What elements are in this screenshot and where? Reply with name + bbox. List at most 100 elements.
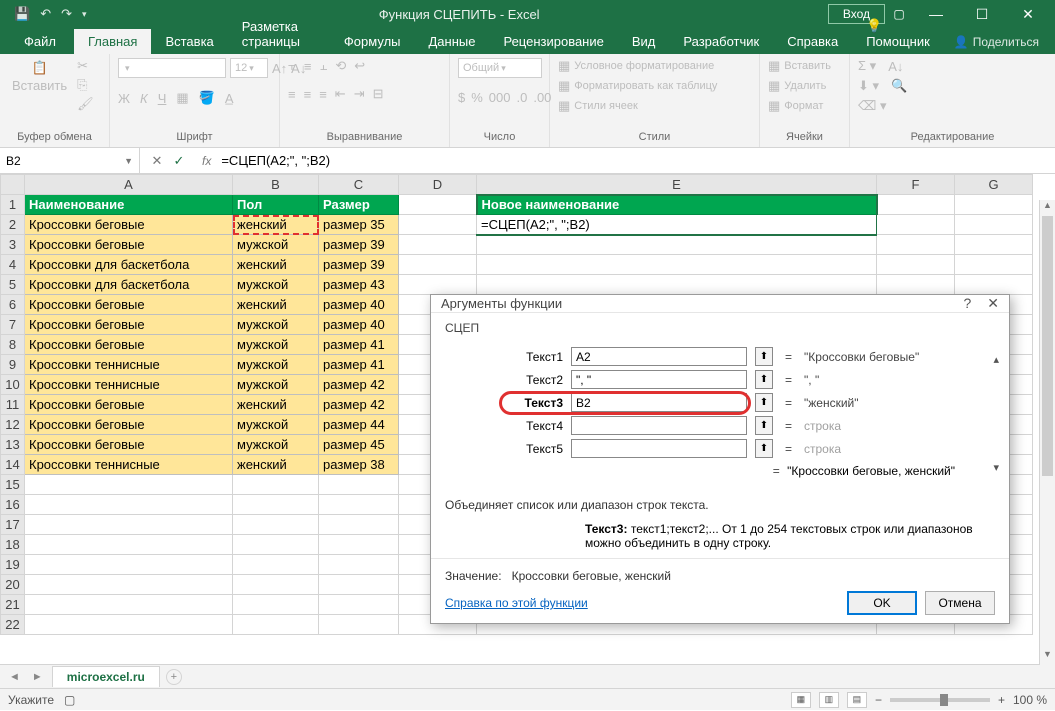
- col-header-F[interactable]: F: [877, 175, 955, 195]
- cell-B10[interactable]: мужской: [233, 375, 319, 395]
- arg-input-3[interactable]: [571, 416, 747, 435]
- cell-A6[interactable]: Кроссовки беговые: [25, 295, 233, 315]
- cell-F3[interactable]: [877, 235, 955, 255]
- macro-record-icon[interactable]: ▢: [64, 693, 75, 707]
- cell-F5[interactable]: [877, 275, 955, 295]
- row-header-6[interactable]: 6: [1, 295, 25, 315]
- cell-A10[interactable]: Кроссовки теннисные: [25, 375, 233, 395]
- autosum-icon[interactable]: Σ ▾: [858, 58, 876, 74]
- cell-A13[interactable]: Кроссовки беговые: [25, 435, 233, 455]
- cell-A1[interactable]: Наименование: [25, 195, 233, 215]
- enter-formula-icon[interactable]: ✓: [168, 153, 190, 169]
- cell-A16[interactable]: [25, 495, 233, 515]
- row-header-8[interactable]: 8: [1, 335, 25, 355]
- tab-help[interactable]: Справка: [773, 29, 852, 54]
- col-header-B[interactable]: B: [233, 175, 319, 195]
- cell-A20[interactable]: [25, 575, 233, 595]
- row-header-10[interactable]: 10: [1, 375, 25, 395]
- italic-button[interactable]: К: [140, 91, 148, 106]
- args-scroll-down-icon[interactable]: ▾: [993, 461, 999, 474]
- cell-D2[interactable]: [399, 215, 477, 235]
- cell-B2[interactable]: женский: [233, 215, 319, 235]
- row-header-7[interactable]: 7: [1, 315, 25, 335]
- align-middle-icon[interactable]: ≡: [304, 59, 312, 74]
- align-top-icon[interactable]: ⫟: [288, 58, 296, 74]
- cell-styles-button[interactable]: Стили ячеек: [574, 100, 637, 112]
- tab-developer[interactable]: Разработчик: [669, 29, 773, 54]
- tab-file[interactable]: Файл: [6, 29, 74, 54]
- save-icon[interactable]: 💾: [10, 6, 34, 22]
- cell-A9[interactable]: Кроссовки теннисные: [25, 355, 233, 375]
- cell-C7[interactable]: размер 40: [319, 315, 399, 335]
- row-header-1[interactable]: 1: [1, 195, 25, 215]
- cell-B15[interactable]: [233, 475, 319, 495]
- cell-C13[interactable]: размер 45: [319, 435, 399, 455]
- cell-C18[interactable]: [319, 535, 399, 555]
- find-icon[interactable]: 🔍: [891, 78, 907, 94]
- cell-B18[interactable]: [233, 535, 319, 555]
- zoom-out-icon[interactable]: −: [875, 693, 882, 707]
- percent-icon[interactable]: %: [471, 90, 483, 105]
- row-header-18[interactable]: 18: [1, 535, 25, 555]
- tab-view[interactable]: Вид: [618, 29, 670, 54]
- sheet-nav-next-icon[interactable]: ►: [29, 671, 46, 683]
- qat-more-icon[interactable]: ▾: [78, 9, 91, 20]
- cell-E5[interactable]: [477, 275, 877, 295]
- range-picker-icon-3[interactable]: ⬆: [755, 416, 773, 435]
- row-header-13[interactable]: 13: [1, 435, 25, 455]
- cancel-button[interactable]: Отмена: [925, 591, 995, 615]
- cell-B16[interactable]: [233, 495, 319, 515]
- tab-assistant[interactable]: 💡 Помощник: [852, 13, 944, 54]
- view-normal-icon[interactable]: ▦: [791, 692, 811, 708]
- cell-C9[interactable]: размер 41: [319, 355, 399, 375]
- cell-A4[interactable]: Кроссовки для баскетбола: [25, 255, 233, 275]
- cell-A12[interactable]: Кроссовки беговые: [25, 415, 233, 435]
- new-sheet-button[interactable]: +: [166, 669, 182, 685]
- vertical-scrollbar[interactable]: ▲ ▼: [1039, 200, 1055, 665]
- row-header-17[interactable]: 17: [1, 515, 25, 535]
- cell-B12[interactable]: мужской: [233, 415, 319, 435]
- name-box-input[interactable]: [6, 154, 118, 168]
- cell-C20[interactable]: [319, 575, 399, 595]
- thousands-icon[interactable]: 000: [489, 90, 511, 105]
- col-header-C[interactable]: C: [319, 175, 399, 195]
- cell-E2[interactable]: =СЦЕП(A2;", ";B2): [477, 215, 877, 235]
- cell-C21[interactable]: [319, 595, 399, 615]
- cell-G4[interactable]: [955, 255, 1033, 275]
- row-header-14[interactable]: 14: [1, 455, 25, 475]
- paste-button[interactable]: 📋 Вставить: [8, 58, 71, 95]
- cell-B11[interactable]: женский: [233, 395, 319, 415]
- cell-C15[interactable]: [319, 475, 399, 495]
- cell-B22[interactable]: [233, 615, 319, 635]
- cell-B9[interactable]: мужской: [233, 355, 319, 375]
- cell-F4[interactable]: [877, 255, 955, 275]
- cell-E4[interactable]: [477, 255, 877, 275]
- cell-C16[interactable]: [319, 495, 399, 515]
- align-center-icon[interactable]: ≡: [304, 87, 312, 102]
- arg-input-4[interactable]: [571, 439, 747, 458]
- maximize-button[interactable]: ☐: [959, 0, 1005, 28]
- cell-E1[interactable]: Новое наименование: [477, 195, 877, 215]
- col-header-E[interactable]: E: [477, 175, 877, 195]
- undo-icon[interactable]: ↶: [36, 6, 55, 22]
- fx-icon[interactable]: fx: [196, 154, 217, 168]
- arg-input-2[interactable]: [571, 393, 747, 412]
- indent-increase-icon[interactable]: ⇥: [354, 86, 365, 102]
- cell-A17[interactable]: [25, 515, 233, 535]
- indent-decrease-icon[interactable]: ⇤: [335, 86, 346, 102]
- fill-color-icon[interactable]: 🪣: [199, 90, 215, 106]
- cell-B3[interactable]: мужской: [233, 235, 319, 255]
- cell-B21[interactable]: [233, 595, 319, 615]
- cell-C12[interactable]: размер 44: [319, 415, 399, 435]
- zoom-in-icon[interactable]: +: [998, 693, 1005, 707]
- zoom-level[interactable]: 100 %: [1013, 693, 1047, 707]
- view-page-break-icon[interactable]: ▤: [847, 692, 867, 708]
- args-scroll-up-icon[interactable]: ▴: [993, 353, 999, 366]
- cond-format-button[interactable]: Условное форматирование: [574, 60, 714, 72]
- underline-button[interactable]: Ч: [158, 91, 167, 106]
- row-header-22[interactable]: 22: [1, 615, 25, 635]
- cell-C17[interactable]: [319, 515, 399, 535]
- tab-data[interactable]: Данные: [415, 29, 490, 54]
- cell-A21[interactable]: [25, 595, 233, 615]
- row-header-5[interactable]: 5: [1, 275, 25, 295]
